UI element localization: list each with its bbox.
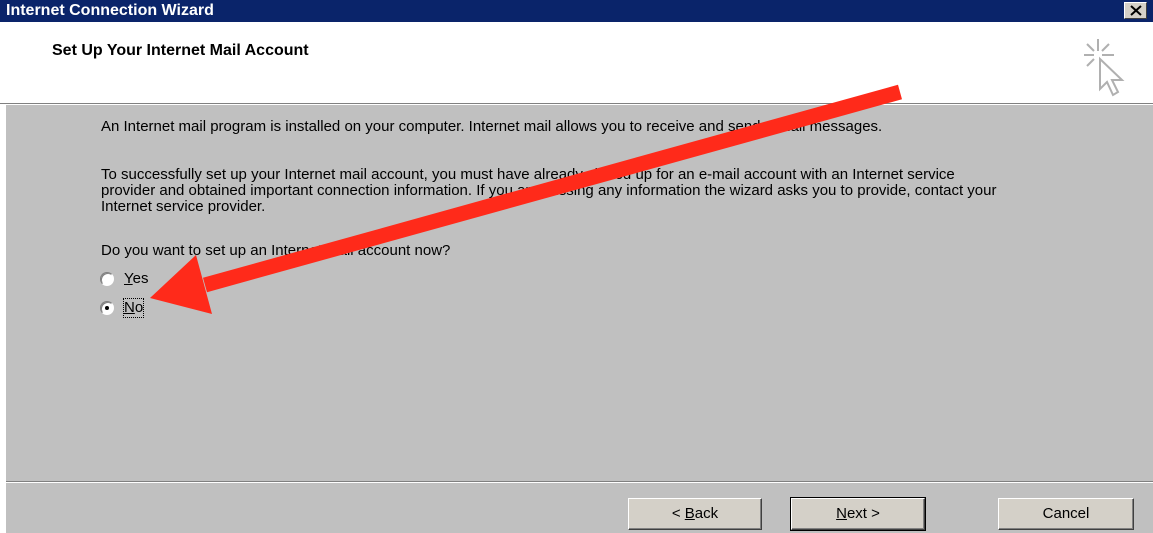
annotation-arrow [150,84,903,314]
internet-connection-wizard-window: Internet Connection Wizard Set Up Your I… [0,0,1153,533]
